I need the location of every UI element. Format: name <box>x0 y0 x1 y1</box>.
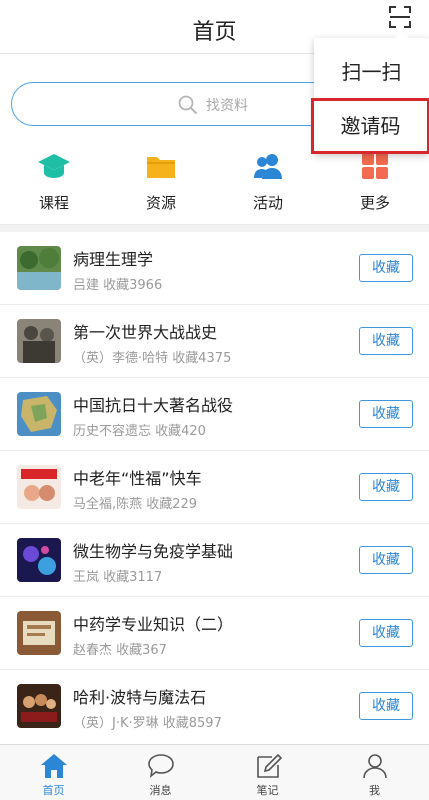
book-cover <box>17 392 61 436</box>
item-subtitle: 马全福,陈燕 收藏229 <box>73 497 198 512</box>
list-item[interactable]: 微生物学与免疫学基础 王岚 收藏3117 收藏 <box>0 524 429 597</box>
quick-link-label: 课程 <box>38 194 69 212</box>
item-subtitle: 历史不容遗忘 收藏420 <box>73 424 206 439</box>
item-subtitle: （英）李德·哈特 收藏4375 <box>73 351 232 366</box>
list-item[interactable]: 病理生理学 吕建 收藏3966 收藏 <box>0 232 429 305</box>
item-subtitle: 王岚 收藏3117 <box>73 570 163 585</box>
people-icon <box>254 154 282 179</box>
quick-link-activity[interactable]: 活动 <box>228 150 308 213</box>
quick-link-resource[interactable]: 资源 <box>121 150 201 213</box>
favorite-button[interactable]: 收藏 <box>359 254 413 282</box>
message-icon <box>147 754 174 778</box>
tab-me[interactable]: 我 <box>321 745 428 800</box>
search-input[interactable]: 找资料 <box>11 82 351 126</box>
list-item[interactable]: 哈利·波特与魔法石 （英）J·K·罗琳 收藏8597 收藏 <box>0 670 429 743</box>
section-divider <box>0 224 429 232</box>
item-title: 微生物学与免疫学基础 <box>73 542 234 561</box>
tab-messages[interactable]: 消息 <box>107 745 214 800</box>
popup-menu: 扫一扫 邀请码 <box>311 31 429 154</box>
favorite-button[interactable]: 收藏 <box>359 473 413 501</box>
favorite-button[interactable]: 收藏 <box>359 546 413 574</box>
list-item[interactable]: 中国抗日十大著名战役 历史不容遗忘 收藏420 收藏 <box>0 378 429 451</box>
book-cover <box>17 465 61 509</box>
tab-home[interactable]: 首页 <box>0 745 107 800</box>
book-cover <box>17 611 61 655</box>
menu-item-scan[interactable]: 扫一扫 <box>314 44 429 100</box>
list-item[interactable]: 中药学专业知识（二） 赵春杰 收藏367 收藏 <box>0 597 429 670</box>
tab-label: 消息 <box>149 784 172 797</box>
item-title: 哈利·波特与魔法石 <box>73 688 207 707</box>
search-icon <box>178 95 198 115</box>
tab-label: 笔记 <box>256 784 279 797</box>
book-cover <box>17 538 61 582</box>
tab-notes[interactable]: 笔记 <box>214 745 321 800</box>
favorite-button[interactable]: 收藏 <box>359 619 413 647</box>
quick-links: 课程 资源 活动 更多 <box>0 150 429 216</box>
user-icon <box>362 754 387 779</box>
menu-item-invite-code[interactable]: 邀请码 <box>311 98 429 154</box>
book-cover <box>17 246 61 290</box>
item-title: 第一次世界大战战史 <box>73 323 218 342</box>
quick-link-label: 资源 <box>145 194 176 212</box>
favorite-button[interactable]: 收藏 <box>359 327 413 355</box>
book-cover <box>17 684 61 728</box>
list-item[interactable]: 第一次世界大战战史 （英）李德·哈特 收藏4375 收藏 <box>0 305 429 378</box>
item-subtitle: 吕建 收藏3966 <box>73 278 163 293</box>
favorite-button[interactable]: 收藏 <box>359 400 413 428</box>
book-cover <box>17 319 61 363</box>
note-icon <box>256 753 282 778</box>
quick-link-more[interactable]: 更多 <box>335 150 415 213</box>
menu-pointer <box>395 31 409 38</box>
home-icon <box>40 754 67 778</box>
item-title: 中药学专业知识（二） <box>73 615 234 634</box>
quick-link-label: 更多 <box>359 194 390 212</box>
item-subtitle: （英）J·K·罗琳 收藏8597 <box>73 716 222 731</box>
search-placeholder: 找资料 <box>206 98 248 114</box>
graduation-cap-icon <box>38 154 70 178</box>
favorite-button[interactable]: 收藏 <box>359 692 413 720</box>
quick-link-label: 活动 <box>252 194 283 212</box>
scan-icon <box>389 6 411 28</box>
resource-list: 病理生理学 吕建 收藏3966 收藏 第一次世界大战战史 （英）李德·哈特 收藏… <box>0 232 429 743</box>
item-title: 中老年“性福”快车 <box>73 469 202 488</box>
tab-label: 首页 <box>42 784 65 797</box>
list-item[interactable]: 中老年“性福”快车 马全福,陈燕 收藏229 收藏 <box>0 451 429 524</box>
item-subtitle: 赵春杰 收藏367 <box>73 643 167 658</box>
quick-link-course[interactable]: 课程 <box>14 150 94 213</box>
item-title: 中国抗日十大著名战役 <box>73 396 234 415</box>
grid-icon <box>362 153 388 179</box>
item-title: 病理生理学 <box>73 250 154 269</box>
folder-icon <box>147 157 175 178</box>
tab-label: 我 <box>369 784 380 797</box>
bottom-tab-bar: 首页 消息 笔记 我 <box>0 744 429 800</box>
